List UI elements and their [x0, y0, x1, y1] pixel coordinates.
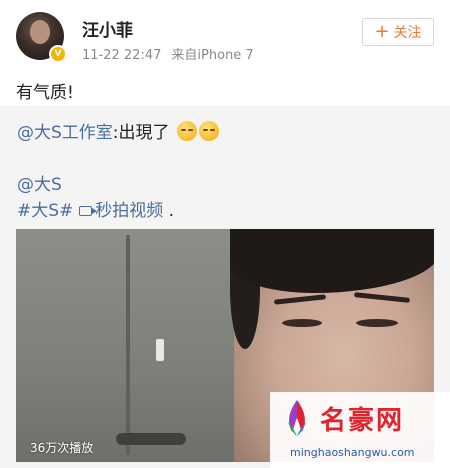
- repost-line-2: @大S: [17, 170, 62, 195]
- follow-label: 关注: [393, 25, 422, 41]
- post-time: 11-22 22:47: [82, 48, 162, 63]
- smile-emoji-icon: [198, 121, 219, 141]
- follow-button[interactable]: + 关注: [362, 18, 434, 46]
- post-source: 来自iPhone 7: [171, 48, 254, 63]
- video-background: [16, 229, 248, 462]
- video-icon: [79, 206, 98, 216]
- smile-emoji-icon: [176, 121, 197, 141]
- repost-line-3: #大S# 秒拍视频 .: [17, 196, 174, 221]
- post-text: 有气质!: [16, 83, 74, 103]
- mention-link-2[interactable]: @大S: [17, 175, 62, 195]
- video-link[interactable]: 秒拍视频: [95, 201, 163, 221]
- trailing-dot: .: [163, 201, 175, 221]
- hashtag-link[interactable]: #大S#: [17, 201, 73, 221]
- plus-icon: +: [374, 21, 390, 42]
- watermark-name: 名豪网: [320, 406, 405, 436]
- post-meta: 11-22 22:47 来自iPhone 7: [82, 44, 254, 63]
- username[interactable]: 汪小菲: [82, 16, 133, 41]
- post-header: V 汪小菲 11-22 22:47 来自iPhone 7 + 关注: [0, 0, 450, 70]
- watermark-url: minghaoshangwu.com: [290, 446, 415, 459]
- site-watermark: 名豪网 minghaoshangwu.com: [270, 392, 450, 468]
- site-logo-icon: [288, 400, 306, 436]
- mention-link[interactable]: @大S工作室: [17, 123, 113, 143]
- repost-text: :出現了: [112, 123, 170, 143]
- repost-line-1: @大S工作室:出現了: [17, 118, 219, 143]
- play-count: 36万次播放: [30, 441, 94, 455]
- verified-badge-icon: V: [49, 45, 67, 63]
